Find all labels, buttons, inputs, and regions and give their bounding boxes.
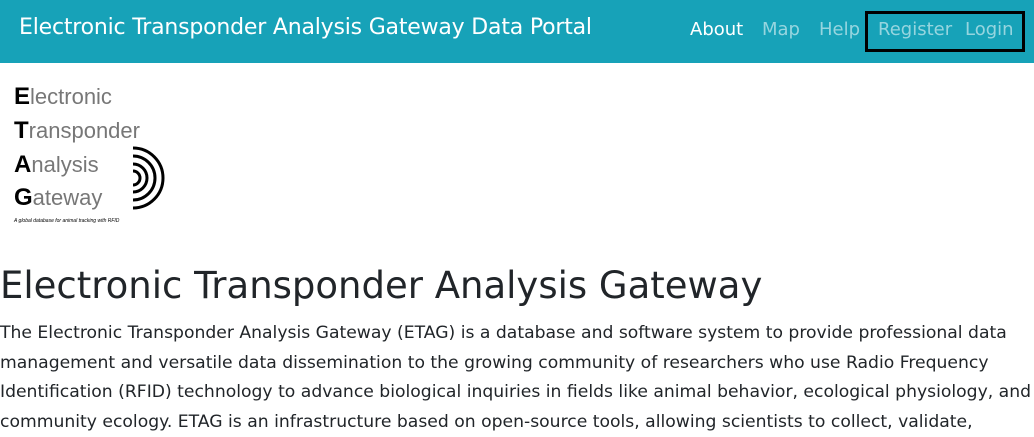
top-navbar: Electronic Transponder Analysis Gateway … — [0, 0, 1034, 63]
logo-line-electronic: Electronic — [14, 83, 112, 110]
logo-line-gateway: Gateway — [14, 184, 103, 211]
logo-tagline: A global database for animal tracking wi… — [14, 218, 120, 224]
rfid-waves-icon — [132, 146, 165, 210]
intro-paragraph: The Electronic Transponder Analysis Gate… — [0, 323, 1032, 432]
nav-about-link[interactable]: About — [690, 19, 743, 40]
brand-link[interactable]: Electronic Transponder Analysis Gateway … — [19, 15, 592, 40]
nav-map-link[interactable]: Map — [762, 19, 800, 40]
register-login-highlight-box — [865, 11, 1025, 52]
nav-help-link[interactable]: Help — [819, 19, 860, 40]
logo-line-transponder: Transponder — [14, 117, 140, 144]
page-title: Electronic Transponder Analysis Gateway — [0, 264, 763, 307]
logo-line-analysis: Analysis — [14, 151, 99, 178]
etag-logo: Electronic Transponder Analysis Gateway … — [14, 80, 174, 230]
